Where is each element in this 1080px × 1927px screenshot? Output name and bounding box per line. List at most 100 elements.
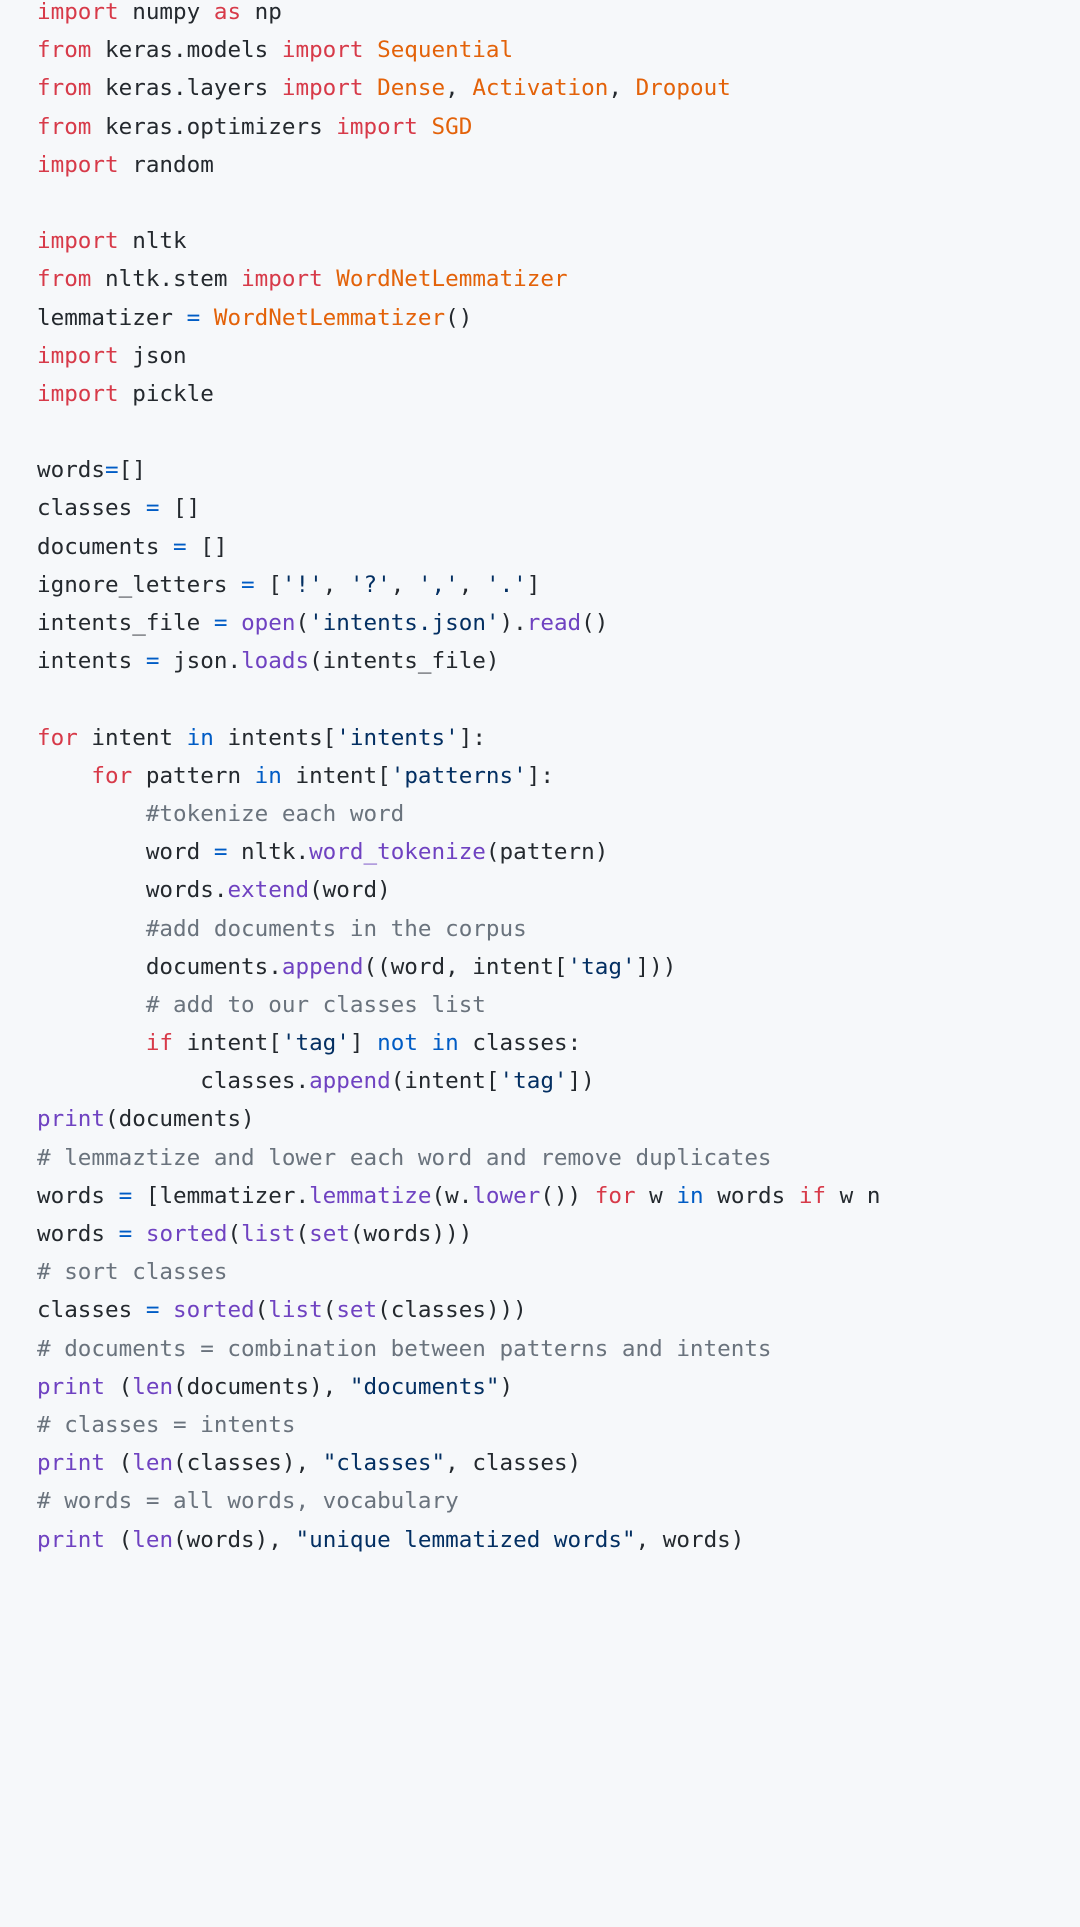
- code-token: (: [105, 1373, 133, 1400]
- code-line: if intent['tag'] not in classes:: [37, 1024, 1080, 1062]
- code-token: print: [37, 1373, 106, 1400]
- code-token: ]: [349, 1030, 378, 1057]
- code-line: import json: [37, 337, 1080, 375]
- code-token: from: [37, 266, 92, 293]
- code-token: print: [37, 1526, 106, 1553]
- code-token: []: [159, 495, 201, 522]
- code-token: =: [213, 610, 228, 636]
- code-token: '!': [281, 571, 323, 598]
- code-line: for pattern in intent['patterns']:: [37, 757, 1080, 795]
- code-token: =: [118, 1221, 133, 1247]
- code-line: print (len(words), "unique lemmatized wo…: [37, 1521, 1080, 1559]
- code-token: [: [254, 571, 282, 598]
- code-token: read: [526, 610, 582, 636]
- code-line: import nltk: [37, 222, 1080, 260]
- code-token: import: [281, 37, 364, 64]
- code-token: WordNetLemmatizer: [213, 304, 446, 331]
- code-line: word = nltk.word_tokenize(pattern): [37, 833, 1080, 871]
- code-token: intent[: [173, 1030, 282, 1057]
- code-line: ignore_letters = ['!', '?', ',', '.']: [37, 566, 1080, 604]
- code-line: classes.append(intent['tag']): [37, 1062, 1080, 1100]
- code-line: words = [lemmatizer.lemmatize(w.lower())…: [37, 1177, 1080, 1215]
- code-token: nltk: [118, 228, 187, 255]
- code-token: =: [186, 304, 201, 331]
- code-line: # classes = intents: [37, 1406, 1080, 1444]
- code-token: lower: [472, 1182, 541, 1209]
- code-line: # lemmaztize and lower each word and rem…: [37, 1139, 1080, 1177]
- code-token: ,: [445, 75, 473, 102]
- code-token: Dropout: [635, 75, 731, 102]
- code-line: print (len(classes), "classes", classes): [37, 1444, 1080, 1482]
- code-token: ]): [567, 1068, 595, 1095]
- code-token: (classes),: [173, 1450, 323, 1477]
- code-token: =: [213, 839, 228, 866]
- code-token: documents: [37, 533, 174, 560]
- code-token: not: [377, 1030, 418, 1057]
- code-token: "classes": [322, 1450, 446, 1477]
- code-line: classes = sorted(list(set(classes))): [37, 1291, 1080, 1329]
- code-token: for: [91, 762, 133, 789]
- code-token: (: [227, 1221, 242, 1247]
- code-token: (classes))): [377, 1297, 527, 1324]
- code-token: (documents),: [173, 1373, 350, 1400]
- code-token: word_tokenize: [309, 839, 486, 866]
- code-token: (: [254, 1297, 269, 1324]
- code-token: =: [145, 495, 160, 522]
- code-token: words.: [37, 877, 228, 904]
- code-line: import numpy as np: [37, 0, 1080, 31]
- code-token: import: [37, 342, 119, 369]
- code-token: Sequential: [377, 37, 514, 64]
- code-token: 'intents.json': [309, 610, 500, 636]
- code-token: words: [37, 457, 106, 484]
- code-token: []: [186, 533, 228, 560]
- code-token: import: [37, 228, 119, 255]
- code-token: (: [105, 1450, 133, 1477]
- code-token: words: [703, 1182, 799, 1209]
- code-token: intents: [37, 648, 146, 675]
- code-token: =: [145, 1297, 160, 1324]
- code-token: keras.optimizers: [91, 113, 337, 140]
- code-token: set: [309, 1221, 350, 1247]
- code-token: ,: [608, 75, 636, 102]
- code-token: (words))): [349, 1221, 473, 1247]
- code-token: intents_file: [37, 610, 214, 636]
- code-token: in: [431, 1030, 459, 1057]
- code-token: ',': [417, 571, 459, 598]
- code-token: from: [37, 113, 92, 140]
- code-line: from keras.models import Sequential: [37, 31, 1080, 69]
- code-token: classes.: [37, 1068, 310, 1095]
- code-token: keras.layers: [91, 75, 282, 102]
- code-token: ,: [458, 571, 486, 598]
- code-token: =: [241, 571, 255, 598]
- code-token: classes:: [458, 1030, 582, 1057]
- code-token: sorted: [173, 1297, 255, 1324]
- code-token: pickle: [118, 380, 214, 407]
- code-token: 'intents': [336, 724, 459, 751]
- code-token: 'patterns': [390, 762, 527, 789]
- code-token: len: [132, 1526, 174, 1553]
- code-line: from keras.optimizers import SGD: [37, 108, 1080, 146]
- code-token: 'tag': [567, 953, 636, 980]
- code-token: ): [499, 1373, 514, 1400]
- code-token: import: [37, 380, 119, 407]
- code-token: "unique lemmatized words": [295, 1526, 636, 1553]
- code-token: ]:: [458, 724, 486, 751]
- code-token: w n: [826, 1182, 881, 1209]
- code-token: ,: [322, 571, 350, 598]
- code-token: nltk.stem: [91, 266, 242, 293]
- code-token: extend: [227, 877, 310, 904]
- code-token: # words = all words, vocabulary: [37, 1488, 459, 1515]
- code-line: # words = all words, vocabulary: [37, 1482, 1080, 1520]
- code-token: append: [309, 1068, 391, 1095]
- code-token: import: [37, 151, 119, 178]
- code-line: classes = []: [37, 489, 1080, 527]
- code-token: ])): [635, 953, 677, 980]
- code-token: ((word, intent[: [363, 953, 568, 980]
- code-token: (: [295, 1221, 310, 1247]
